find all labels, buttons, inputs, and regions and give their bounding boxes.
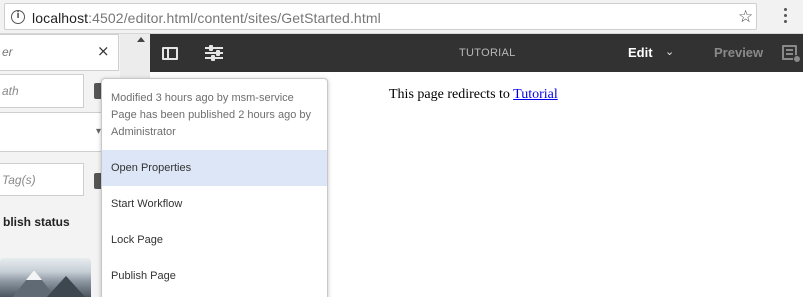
url-path: :4502/editor.html/content/sites/GetStart… <box>88 10 381 26</box>
menu-item-publish-page[interactable]: Publish Page <box>102 258 327 294</box>
info-icon[interactable]: i <box>11 10 25 24</box>
star-icon[interactable]: ☆ <box>738 8 753 26</box>
page-info-popover: Modified 3 hours ago by msm-service Page… <box>101 78 328 297</box>
mountain-image-2 <box>46 276 86 297</box>
preview-button[interactable]: Preview <box>714 45 763 60</box>
url-text[interactable]: localhost:4502/editor.html/content/sites… <box>32 10 381 26</box>
toggle-side-panel-icon[interactable] <box>162 47 178 60</box>
publish-status-label: blish status <box>3 215 70 229</box>
tags-placeholder: Tag(s) <box>2 173 36 187</box>
chevron-down-icon[interactable]: ⌄ <box>665 45 674 58</box>
published-by: Administrator <box>111 126 176 138</box>
page-title: TUTORIAL <box>459 47 516 59</box>
close-icon[interactable]: × <box>97 44 110 59</box>
scroll-up-arrow-icon[interactable] <box>137 37 145 42</box>
browser-address-bar: i localhost:4502/editor.html/content/sit… <box>0 0 803 34</box>
menu-item-start-workflow[interactable]: Start Workflow <box>102 186 327 222</box>
redirect-prefix: This page redirects to <box>389 87 510 102</box>
url-field[interactable]: i localhost:4502/editor.html/content/sit… <box>4 3 757 30</box>
redirect-link[interactable]: Tutorial <box>513 87 558 102</box>
kebab-menu-icon[interactable] <box>784 8 788 24</box>
page-properties-icon[interactable] <box>205 45 223 61</box>
mountain-snow <box>26 270 42 280</box>
published-info: Page has been published 2 hours ago by <box>111 109 311 121</box>
url-host: localhost <box>32 10 89 26</box>
search-input-value: er <box>2 45 13 59</box>
page-info-text: Modified 3 hours ago by msm-service Page… <box>111 90 321 141</box>
menu-item-open-properties[interactable]: Open Properties <box>102 150 327 186</box>
path-placeholder: ath <box>2 84 19 98</box>
edit-mode-button[interactable]: Edit <box>628 45 653 60</box>
asset-thumbnail[interactable] <box>0 258 91 297</box>
menu-item-lock-page[interactable]: Lock Page <box>102 222 327 258</box>
annotations-icon[interactable] <box>782 45 801 63</box>
modified-info: Modified 3 hours ago by msm-service <box>111 92 294 104</box>
redirect-message: This page redirects to Tutorial <box>389 87 558 103</box>
